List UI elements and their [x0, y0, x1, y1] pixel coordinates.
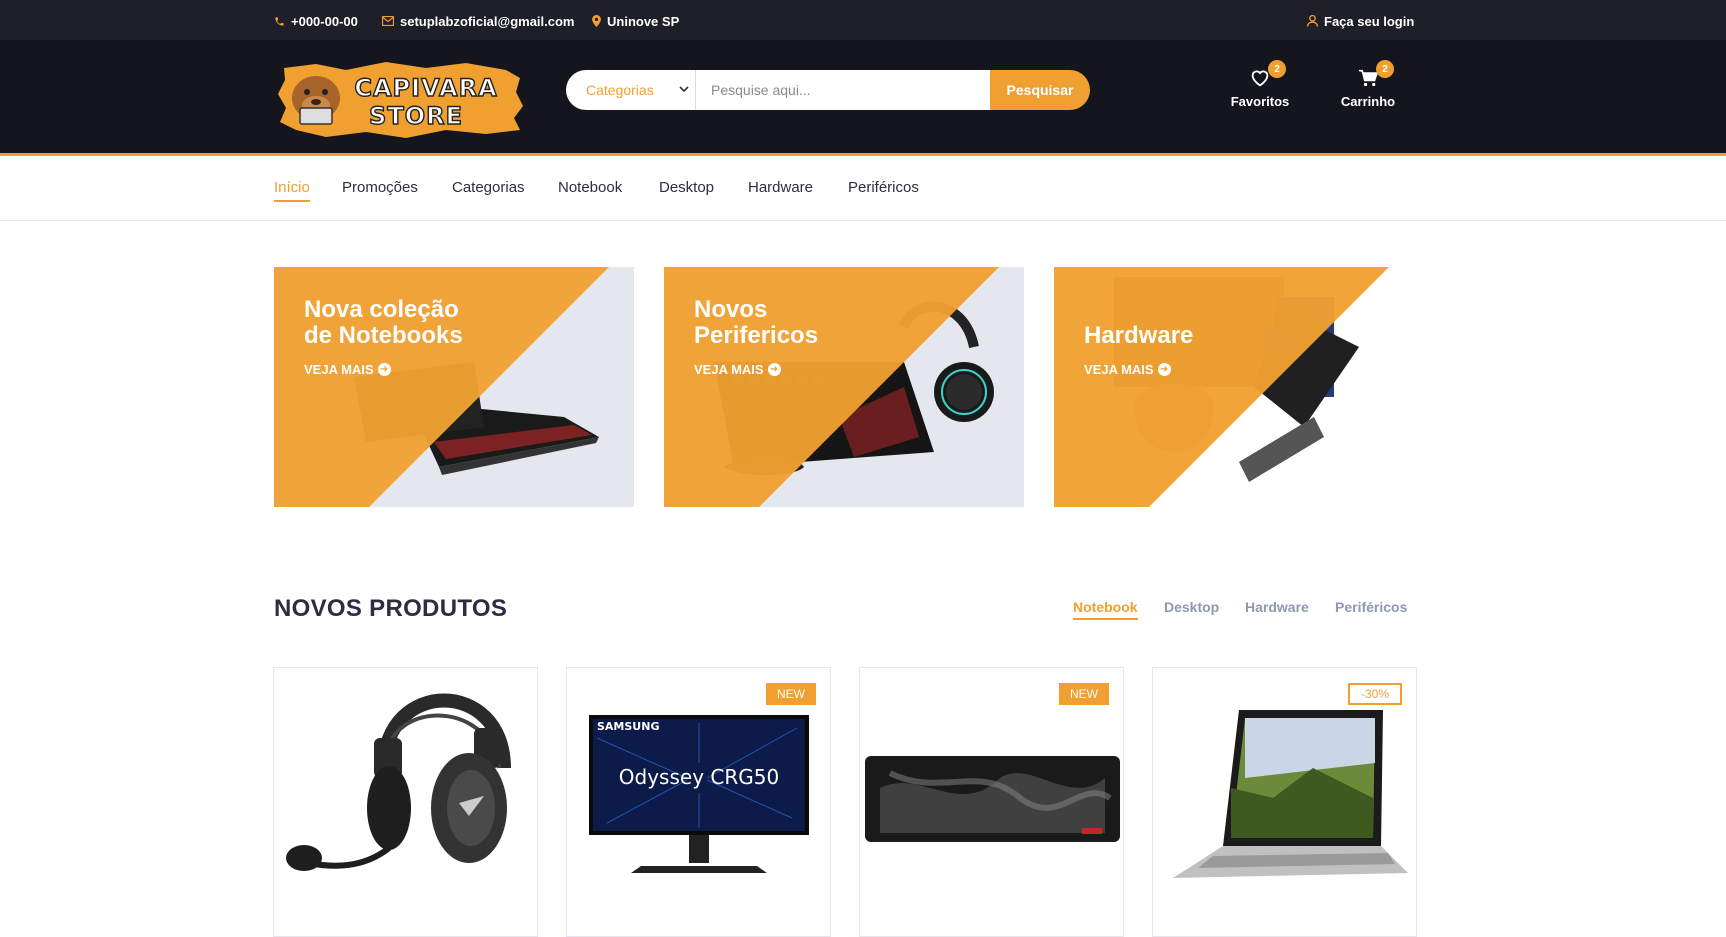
search-input[interactable]	[696, 70, 990, 110]
shopping-cart-icon	[1358, 69, 1379, 90]
cart-label: Carrinho	[1340, 94, 1396, 109]
phone-text: +000-00-00	[291, 13, 358, 29]
nav-perifericos[interactable]: Periféricos	[848, 179, 919, 200]
tab-hardware[interactable]: Hardware	[1245, 599, 1309, 618]
mousepad-image	[865, 756, 1120, 842]
category-select[interactable]: Categorias	[566, 70, 696, 110]
product-card[interactable]: -30%	[1152, 667, 1417, 937]
monitor-model: Odyssey CRG50	[619, 765, 779, 789]
banner-link[interactable]: VEJA MAIS ➜	[694, 362, 781, 377]
favorites-label: Favoritos	[1230, 94, 1290, 109]
login-text: Faça seu login	[1324, 13, 1415, 29]
section-title: NOVOS PRODUTOS	[274, 595, 508, 622]
favorites-count-badge: 2	[1268, 60, 1286, 78]
category-select-label: Categorias	[586, 82, 654, 98]
nav-desktop[interactable]: Desktop	[659, 179, 714, 200]
nav-categorias[interactable]: Categorias	[452, 179, 525, 200]
search-bar: Categorias Pesquisar	[566, 70, 1090, 110]
banner-title: Nova coleção de Notebooks	[304, 296, 463, 349]
location-contact[interactable]: Uninove SP	[592, 13, 679, 29]
arrow-circle-right-icon: ➜	[1157, 363, 1171, 376]
banner-link-label: VEJA MAIS	[1084, 362, 1154, 377]
banner-perifericos[interactable]: Novos Perifericos VEJA MAIS ➜	[664, 267, 1024, 507]
top-bar: +000-00-00 setuplabzoficial@gmail.com Un…	[0, 0, 1726, 40]
banner-notebooks[interactable]: Nova coleção de Notebooks VEJA MAIS ➜	[274, 267, 634, 507]
tab-perifericos[interactable]: Periféricos	[1335, 599, 1407, 618]
laptop-image	[1173, 710, 1408, 878]
banner-shape	[1054, 267, 1389, 507]
tab-notebook[interactable]: Notebook	[1073, 599, 1138, 620]
chevron-down-icon	[679, 82, 689, 99]
main-navigation: Início Promoções Categorias Notebook Des…	[0, 159, 1726, 221]
product-card[interactable]	[273, 667, 538, 937]
banner-link-label: VEJA MAIS	[304, 362, 374, 377]
banner-link[interactable]: VEJA MAIS ➜	[1084, 362, 1171, 377]
nav-promocoes[interactable]: Promoções	[342, 179, 418, 200]
store-logo[interactable]: CAPIVARA STORE	[276, 58, 524, 140]
logo-line1: CAPIVARA	[354, 74, 497, 102]
logo-line2: STORE	[369, 102, 463, 130]
product-card[interactable]: SAMSUNG Odyssey CRG50 NEW	[566, 667, 831, 937]
banner-link[interactable]: VEJA MAIS ➜	[304, 362, 391, 377]
nav-inicio[interactable]: Início	[274, 179, 310, 202]
arrow-circle-right-icon: ➜	[767, 363, 781, 376]
map-marker-icon	[592, 15, 601, 27]
nav-hardware[interactable]: Hardware	[748, 179, 813, 200]
monitor-image: SAMSUNG Odyssey CRG50	[589, 715, 809, 873]
banner-hardware[interactable]: Hardware VEJA MAIS ➜	[1054, 267, 1414, 507]
location-text: Uninove SP	[607, 13, 680, 29]
tab-desktop[interactable]: Desktop	[1164, 599, 1219, 618]
banner-title: Hardware	[1084, 322, 1194, 349]
email-text: setuplabzoficial@gmail.com	[400, 13, 575, 29]
envelope-icon	[382, 16, 394, 26]
email-contact[interactable]: setuplabzoficial@gmail.com	[382, 13, 575, 29]
search-button[interactable]: Pesquisar	[990, 70, 1090, 110]
phone-icon	[274, 16, 285, 27]
main-header: CAPIVARA STORE Categorias Pesquisar 2 Fa…	[0, 40, 1726, 156]
arrow-circle-right-icon: ➜	[377, 363, 391, 376]
cart-button[interactable]: 2 Carrinho	[1328, 60, 1408, 109]
heart-icon	[1250, 69, 1270, 90]
nav-notebook[interactable]: Notebook	[558, 179, 622, 200]
login-link[interactable]: Faça seu login	[1307, 13, 1414, 29]
banner-link-label: VEJA MAIS	[694, 362, 764, 377]
headset-image	[286, 693, 511, 871]
logo-graphic: CAPIVARA STORE	[278, 62, 523, 138]
cart-count-badge: 2	[1376, 60, 1394, 78]
new-badge: NEW	[766, 683, 816, 705]
favorites-button[interactable]: 2 Favoritos	[1220, 60, 1300, 109]
product-card[interactable]: NEW	[859, 667, 1124, 937]
user-icon	[1307, 15, 1318, 27]
monitor-brand: SAMSUNG	[597, 720, 659, 733]
new-badge: NEW	[1059, 683, 1109, 705]
discount-badge: -30%	[1347, 683, 1402, 705]
phone-contact[interactable]: +000-00-00	[274, 13, 358, 29]
banner-title: Novos Perifericos	[694, 296, 819, 349]
